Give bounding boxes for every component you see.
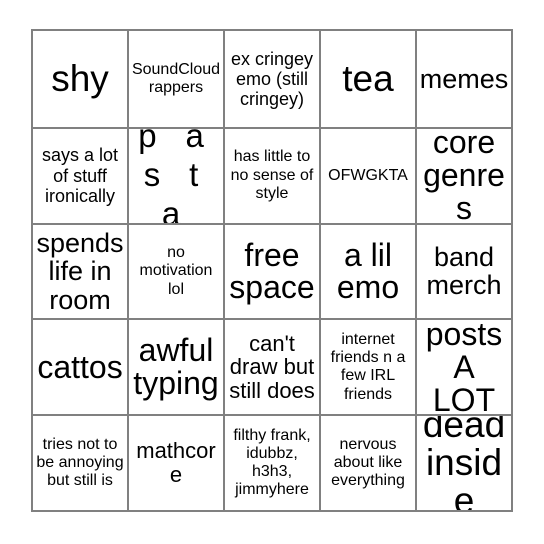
bingo-cell[interactable]: filthy frank, idubbz, h3h3, jimmyhere (223, 416, 319, 510)
bingo-cell[interactable]: can't draw but still does (223, 320, 319, 415)
bingo-cell[interactable]: internet friends n a few IRL friends (319, 320, 415, 415)
bingo-cell-label: filthy frank, idubbz, h3h3, jimmyhere (233, 426, 311, 499)
bingo-cell-free-space[interactable]: free space (223, 224, 319, 319)
bingo-cell[interactable]: spends life in room (33, 225, 127, 319)
bingo-cell[interactable]: mathcore (127, 416, 223, 510)
bingo-cell-label: memes (419, 63, 509, 94)
bingo-cell[interactable]: SoundCloud rappers (127, 31, 223, 127)
bingo-cell-label: spends life in room (36, 227, 124, 315)
bingo-cell[interactable]: p a s t a (127, 128, 223, 223)
bingo-cell-label: SoundCloud rappers (131, 60, 221, 96)
bingo-row: spends life in room no motivation lol fr… (33, 222, 511, 319)
bingo-cell[interactable]: posts A LOT (415, 320, 511, 415)
bingo-card: shy SoundCloud rappers ex cringey emo (s… (31, 29, 513, 512)
bingo-cell[interactable]: band merch (415, 224, 511, 319)
bingo-row: shy SoundCloud rappers ex cringey emo (s… (33, 31, 511, 127)
bingo-row: cattos awful typing can't draw but still… (33, 318, 511, 415)
bingo-cell[interactable]: says a lot of stuff ironically (33, 129, 127, 223)
bingo-cell[interactable]: OFWGKTA (319, 128, 415, 223)
bingo-cell[interactable]: has little to no sense of style (223, 128, 319, 223)
bingo-cell-label: has little to no sense of style (230, 148, 314, 202)
bingo-cell[interactable]: nervous about like everything (319, 416, 415, 510)
bingo-cell[interactable]: memes (415, 31, 511, 127)
bingo-cell-label: ex cringey emo (still cringey) (230, 48, 314, 109)
bingo-cell-label: tries not to be annoying but still is (36, 435, 124, 490)
bingo-cell[interactable]: tries not to be annoying but still is (33, 416, 127, 510)
bingo-cell-label: core genres (423, 128, 505, 223)
bingo-cell-label: no motivation lol (139, 244, 213, 298)
bingo-cell-label: internet friends n a few IRL friends (330, 330, 406, 403)
bingo-cell-label: band merch (426, 242, 502, 301)
bingo-cell-label: dead inside (422, 416, 506, 510)
bingo-cell[interactable]: dead inside (415, 416, 511, 510)
bingo-cell[interactable]: ex cringey emo (still cringey) (223, 31, 319, 127)
bingo-cell-label: OFWGKTA (328, 166, 408, 184)
bingo-cell-label: p a s t a (138, 128, 214, 223)
bingo-cell-label: free space (229, 236, 315, 306)
bingo-cell-label: cattos (37, 348, 123, 385)
bingo-cell-label: posts A LOT (425, 320, 503, 415)
bingo-cell-label: tea (342, 58, 394, 100)
bingo-cell-label: can't draw but still does (229, 330, 315, 404)
bingo-row: says a lot of stuff ironically p a s t a… (33, 126, 511, 223)
bingo-cell[interactable]: shy (33, 31, 127, 127)
bingo-cell[interactable]: core genres (415, 128, 511, 223)
bingo-cell-label: awful typing (133, 332, 219, 402)
bingo-cell[interactable]: cattos (33, 320, 127, 414)
bingo-cell[interactable]: a lil emo (319, 224, 415, 319)
bingo-cell-label: says a lot of stuff ironically (41, 145, 119, 206)
bingo-cell-label: shy (51, 58, 109, 100)
bingo-cell-label: nervous about like everything (331, 435, 405, 490)
bingo-cell[interactable]: no motivation lol (127, 224, 223, 319)
bingo-cell[interactable]: tea (319, 31, 415, 127)
bingo-cell-label: mathcore (136, 438, 216, 488)
bingo-cell[interactable]: awful typing (127, 320, 223, 415)
bingo-row: tries not to be annoying but still is ma… (33, 414, 511, 510)
bingo-cell-label: a lil emo (336, 236, 400, 306)
